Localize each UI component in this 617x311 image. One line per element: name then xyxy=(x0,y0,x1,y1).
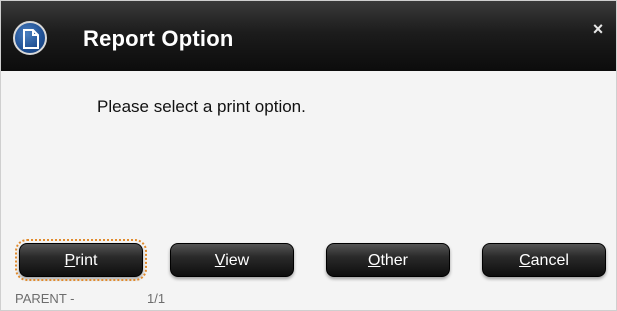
page-indicator: 1/1 xyxy=(147,291,166,306)
view-mnemonic: V xyxy=(214,252,226,269)
title-bar: Report Option × xyxy=(1,1,616,71)
cancel-button[interactable]: Cancel xyxy=(482,243,606,277)
other-mnemonic: O xyxy=(367,252,381,269)
dialog-title: Report Option xyxy=(83,26,234,51)
report-option-dialog: Report Option × Please select a print op… xyxy=(0,0,617,311)
dialog-message: Please select a print option. xyxy=(97,97,306,116)
print-button[interactable]: Print xyxy=(15,239,147,281)
cancel-label-rest: ancel xyxy=(530,252,569,269)
status-bar: PARENT - 1/1 xyxy=(15,291,165,306)
view-label-rest: iew xyxy=(225,252,250,269)
print-label-rest: rint xyxy=(75,252,98,269)
view-button[interactable]: View xyxy=(170,243,294,277)
print-mnemonic: P xyxy=(64,252,76,269)
document-icon xyxy=(13,21,47,55)
cancel-mnemonic: C xyxy=(519,252,531,269)
close-icon[interactable]: × xyxy=(588,19,608,39)
status-context: PARENT - xyxy=(15,291,75,306)
other-label-rest: ther xyxy=(380,252,409,269)
other-button[interactable]: Other xyxy=(326,243,450,277)
